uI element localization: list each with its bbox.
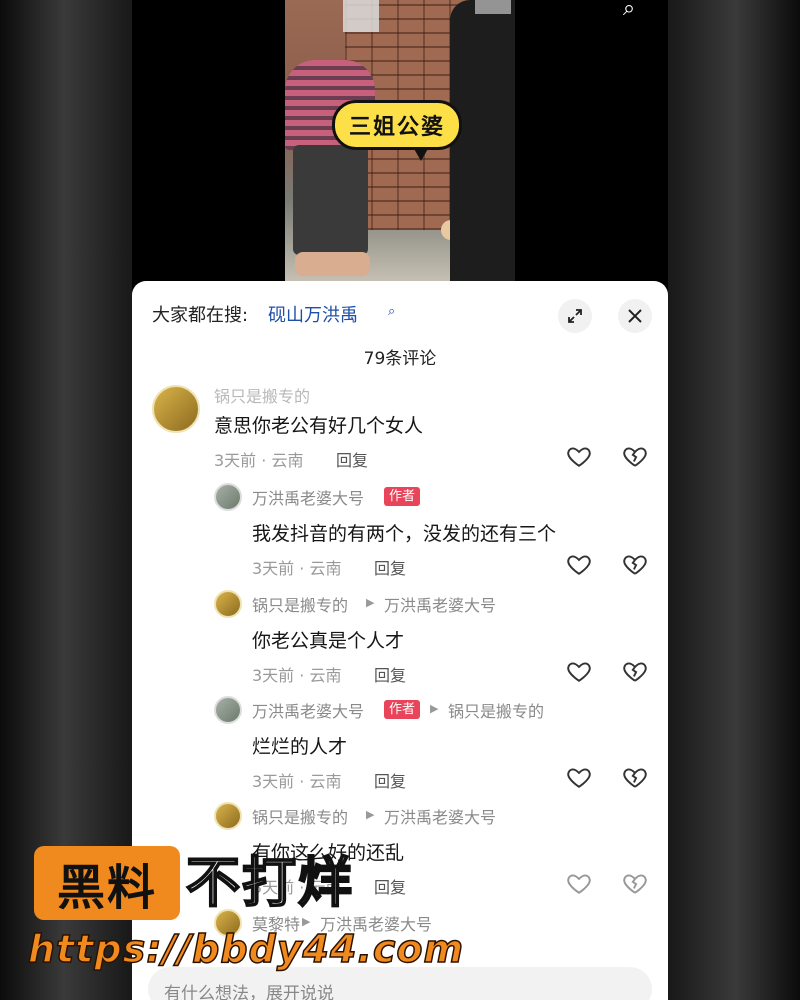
comment-meta: 3天前 · 云南 [252, 772, 342, 791]
video-player[interactable]: 三姐公婆 ⌕ [132, 0, 668, 300]
heart-icon[interactable] [566, 658, 592, 684]
watermark-text: 不打烊 [185, 850, 354, 915]
broken-heart-icon[interactable] [622, 870, 648, 896]
broken-heart-icon[interactable] [622, 551, 648, 577]
heart-icon[interactable] [566, 443, 592, 469]
avatar[interactable] [214, 696, 242, 724]
broken-heart-icon[interactable] [622, 443, 648, 469]
comment-username[interactable]: 锅只是搬专的 [252, 592, 348, 616]
reply-comment: 锅只是搬专的 ▶ 万洪禹老婆大号 你老公真是个人才 3天前 · 云南 回复 [214, 588, 668, 688]
avatar[interactable] [152, 385, 200, 433]
reply-arrow-icon: ▶ [366, 808, 375, 821]
person-left [285, 40, 375, 285]
comment-meta: 3天前 · 云南 [214, 451, 304, 470]
heart-icon[interactable] [566, 551, 592, 577]
reply-button[interactable]: 回复 [374, 555, 406, 579]
close-icon [628, 309, 642, 323]
watermark-url: https://bbdy44.com [27, 926, 465, 972]
reply-comment: 万洪禹老婆大号 作者 我发抖音的有两个，没发的还有三个 3天前 · 云南 回复 [214, 481, 668, 581]
close-button[interactable] [618, 299, 652, 333]
comment-meta: 3天前 · 云南 [252, 559, 342, 578]
reply-button[interactable]: 回复 [374, 874, 406, 898]
heart-icon[interactable] [566, 764, 592, 790]
reply-to-username[interactable]: 锅只是搬专的 [448, 698, 544, 722]
comment-username[interactable]: 万洪禹老婆大号 [252, 698, 364, 722]
comment-username[interactable]: 锅只是搬专的 [214, 383, 310, 407]
author-badge: 作者 [384, 487, 421, 506]
reply-to-username[interactable]: 万洪禹老婆大号 [384, 592, 496, 616]
input-placeholder: 有什么想法，展开说说 [164, 984, 334, 1000]
blurred-face [475, 0, 511, 14]
reply-to-username[interactable]: 万洪禹老婆大号 [384, 804, 496, 828]
broken-heart-icon[interactable] [622, 764, 648, 790]
heart-icon[interactable] [566, 870, 592, 896]
blurred-face [343, 0, 379, 32]
search-icon: ⌕ [388, 304, 396, 319]
hot-search-term[interactable]: 砚山万洪禹 [268, 301, 358, 331]
reply-button[interactable]: 回复 [374, 768, 406, 792]
reply-comment: 万洪禹老婆大号 作者 ▶ 锅只是搬专的 烂烂的人才 3天前 · 云南 回复 [214, 694, 668, 794]
comment-text: 意思你老公有好几个女人 [214, 415, 424, 437]
comment-meta: 3天前 · 云南 [252, 666, 342, 685]
reply-button[interactable]: 回复 [374, 662, 406, 686]
comment-text: 你老公真是个人才 [252, 630, 405, 652]
expand-icon [568, 309, 582, 323]
speech-bubble: 三姐公婆 [332, 100, 462, 161]
reply-arrow-icon: ▶ [430, 702, 439, 715]
person-right [450, 0, 515, 285]
author-badge: 作者 [384, 700, 421, 719]
watermark-badge: 黑料 [34, 846, 180, 920]
comment: 锅只是搬专的 意思你老公有好几个女人 3天前 · 云南 回复 [152, 381, 647, 471]
search-icon[interactable]: ⌕ [614, 0, 644, 22]
avatar[interactable] [214, 590, 242, 618]
reply-arrow-icon: ▶ [366, 596, 375, 609]
comment-text: 烂烂的人才 [252, 736, 348, 758]
comment-count: 79条评论 [363, 349, 437, 369]
comment-username[interactable]: 锅只是搬专的 [252, 804, 348, 828]
avatar[interactable] [214, 802, 242, 830]
broken-heart-icon[interactable] [622, 658, 648, 684]
hot-search-label: 大家都在搜: [152, 305, 249, 326]
sheet-header: 大家都在搜: 砚山万洪禹 ⌕ [152, 299, 652, 333]
expand-button[interactable] [558, 299, 592, 333]
reply-button[interactable]: 回复 [336, 447, 368, 471]
avatar[interactable] [214, 483, 242, 511]
comment-text: 我发抖音的有两个，没发的还有三个 [252, 523, 557, 545]
comment-username[interactable]: 万洪禹老婆大号 [252, 485, 364, 509]
